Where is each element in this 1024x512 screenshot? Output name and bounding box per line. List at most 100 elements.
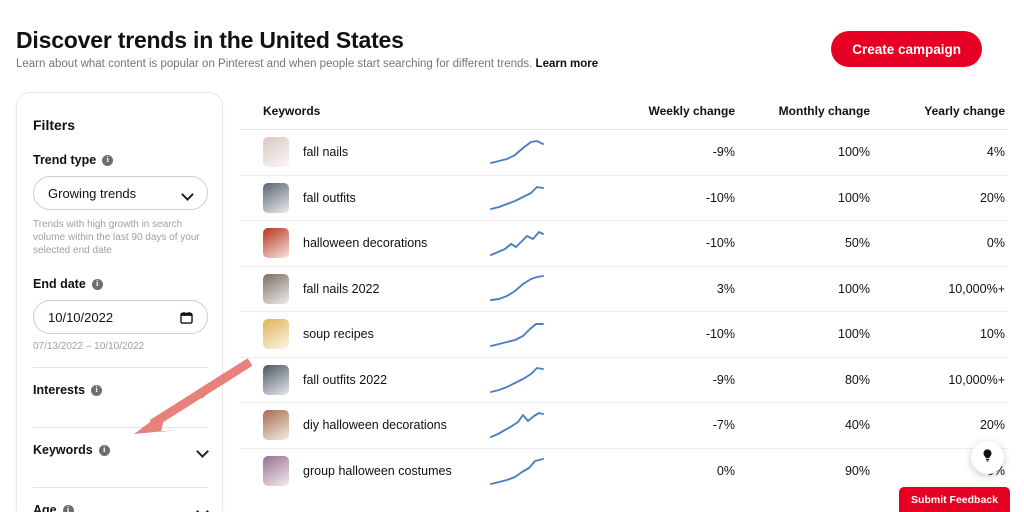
sparkline-chart [490, 186, 544, 211]
column-header-weekly-change[interactable]: Weekly change [600, 104, 735, 118]
table-row[interactable]: soup recipes -10% 100% 10% [240, 312, 1008, 358]
table-header-row: Keywords Weekly change Monthly change Ye… [240, 92, 1008, 130]
weekly-change-value: -9% [712, 145, 735, 160]
page-subtitle-text: Learn about what content is popular on P… [16, 58, 533, 70]
keyword-cell: soup recipes [240, 319, 485, 350]
weekly-change-value: -9% [712, 372, 735, 387]
weekly-change-value: -10% [705, 236, 735, 251]
lightbulb-icon [980, 448, 995, 468]
monthly-change-value: 100% [838, 145, 870, 160]
accordion-label-text: Keywords [33, 443, 93, 457]
submit-feedback-button[interactable]: Submit Feedback [899, 487, 1010, 512]
monthly-change-value: 50% [844, 236, 870, 251]
accordion-interests-label: Interests i [33, 383, 197, 397]
keyword-cell: fall outfits 2022 [240, 364, 485, 395]
yearly-change-value: 10% [979, 327, 1005, 342]
feedback-bulb-button[interactable] [971, 441, 1004, 474]
keyword-name: diy halloween decorations [303, 418, 447, 433]
filters-panel: Filters Trend type i Growing trends Tren… [16, 92, 223, 512]
yearly-change-value: 20% [979, 190, 1005, 205]
chevron-down-icon [182, 190, 193, 197]
info-icon[interactable]: i [102, 154, 114, 166]
trends-table: Keywords Weekly change Monthly change Ye… [240, 92, 1008, 494]
table-row[interactable]: diy halloween decorations -7% 40% 20% [240, 403, 1008, 449]
keyword-cell: halloween decorations [240, 228, 485, 259]
yearly-change-value: 0% [986, 236, 1005, 251]
keyword-thumbnail [263, 137, 289, 168]
end-date-input[interactable]: 10/10/2022 [33, 300, 208, 334]
keyword-name: group halloween costumes [303, 464, 452, 479]
table-row[interactable]: fall outfits -10% 100% 20% [240, 176, 1008, 221]
sparkline-chart [490, 457, 544, 485]
keyword-cell: group halloween costumes [240, 456, 485, 487]
chevron-down-icon [197, 447, 208, 454]
table-row[interactable]: group halloween costumes0%90%0% [240, 449, 1008, 495]
monthly-change-value: 100% [838, 190, 870, 205]
sparkline-cell [485, 228, 600, 259]
keyword-name: soup recipes [303, 327, 374, 342]
filters-title: Filters [33, 117, 76, 133]
trends-page: Discover trends in the United States Lea… [0, 0, 1024, 512]
column-header-yearly-change[interactable]: Yearly change [870, 104, 1005, 118]
accordion-label-text: Age [33, 503, 57, 512]
keyword-name: fall nails 2022 [303, 281, 380, 296]
weekly-change-value: 0% [716, 464, 735, 479]
yearly-change-value: 20% [979, 418, 1005, 433]
sparkline-cell [485, 137, 600, 168]
column-header-monthly-change[interactable]: Monthly change [735, 104, 870, 118]
accordion-keywords-label: Keywords i [33, 443, 197, 457]
trend-type-label-text: Trend type [33, 153, 97, 167]
keyword-cell: fall outfits [240, 182, 485, 213]
sparkline-cell [485, 182, 600, 213]
keyword-thumbnail [263, 319, 289, 350]
keyword-thumbnail [263, 182, 289, 213]
column-header-keywords[interactable]: Keywords [240, 104, 485, 118]
sparkline-chart [490, 139, 544, 164]
end-date-label: End date i [33, 277, 206, 291]
weekly-change-value: -7% [712, 418, 735, 433]
create-campaign-button[interactable]: Create campaign [831, 31, 982, 67]
table-row[interactable]: halloween decorations -10% 50% 0% [240, 221, 1008, 267]
end-date-value: 10/10/2022 [48, 309, 114, 325]
date-range-text: 07/13/2022 – 10/10/2022 [33, 341, 145, 352]
keyword-cell: fall nails [240, 137, 485, 168]
chevron-down-icon [197, 387, 208, 394]
keyword-thumbnail [263, 410, 289, 441]
accordion-interests[interactable]: Interests i [33, 368, 208, 412]
weekly-change-value: -10% [705, 327, 735, 342]
info-icon[interactable]: i [62, 504, 74, 512]
sparkline-chart [490, 322, 544, 347]
table-row[interactable]: fall nails 2022 3% 100% 10,000%+ [240, 267, 1008, 312]
sparkline-chart [490, 367, 544, 394]
monthly-change-value: 90% [844, 464, 870, 479]
weekly-change-value: 3% [716, 281, 735, 296]
trend-type-label: Trend type i [33, 153, 206, 167]
calendar-icon[interactable] [180, 311, 193, 324]
sparkline-cell [485, 319, 600, 350]
keyword-thumbnail [263, 364, 289, 395]
keyword-name: fall outfits [303, 190, 356, 205]
table-row[interactable]: fall nails -9% 100% 4% [240, 130, 1008, 176]
info-icon[interactable]: i [98, 444, 110, 456]
learn-more-link[interactable]: Learn more [536, 58, 599, 70]
yearly-change-value: 10,000%+ [948, 372, 1005, 387]
monthly-change-value: 100% [838, 281, 870, 296]
sparkline-cell [485, 364, 600, 395]
info-icon[interactable]: i [91, 384, 103, 396]
keyword-name: halloween decorations [303, 236, 428, 251]
sparkline-chart [490, 275, 544, 302]
accordion-keywords[interactable]: Keywords i [33, 428, 208, 472]
end-date-label-text: End date [33, 277, 86, 291]
weekly-change-value: -10% [705, 190, 735, 205]
sparkline-chart [490, 230, 544, 256]
sparkline-cell [485, 273, 600, 304]
trend-type-value: Growing trends [48, 185, 137, 201]
keyword-cell: diy halloween decorations [240, 410, 485, 441]
sparkline-cell [485, 456, 600, 487]
trend-type-select[interactable]: Growing trends [33, 176, 208, 210]
accordion-age-label: Age i [33, 503, 197, 512]
accordion-age[interactable]: Age i [33, 488, 208, 512]
table-row[interactable]: fall outfits 2022 -9% 80% 10,000%+ [240, 358, 1008, 403]
info-icon[interactable]: i [91, 278, 103, 290]
sparkline-chart [490, 411, 544, 438]
